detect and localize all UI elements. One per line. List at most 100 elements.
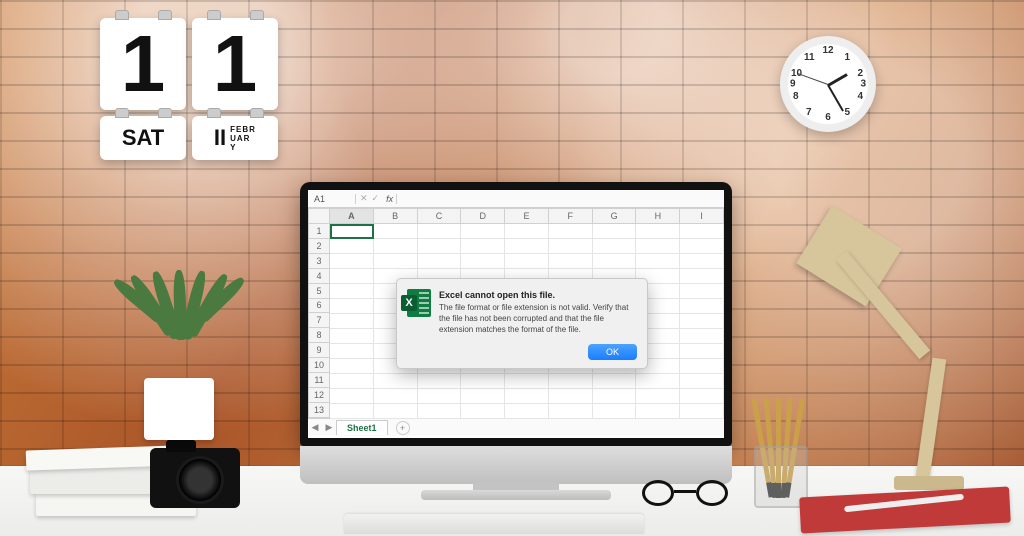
cell[interactable] [593, 389, 637, 404]
cell[interactable] [418, 374, 462, 389]
select-all-corner[interactable] [308, 208, 330, 224]
row-header[interactable]: 1 [308, 224, 330, 239]
cell[interactable] [680, 224, 724, 239]
cell[interactable] [593, 404, 637, 419]
cell[interactable] [505, 404, 549, 419]
sheet-nav-right-icon[interactable]: ▶ [322, 422, 336, 433]
cell[interactable] [593, 224, 637, 239]
cell[interactable] [461, 404, 505, 419]
column-header[interactable]: I [680, 208, 724, 224]
formula-confirm-icon[interactable]: ✓ [372, 193, 380, 204]
cell[interactable] [636, 404, 680, 419]
cell-a1[interactable] [330, 224, 374, 239]
ok-button[interactable]: OK [588, 344, 637, 360]
cell[interactable] [330, 314, 374, 329]
column-header[interactable]: C [418, 208, 462, 224]
column-header[interactable]: G [593, 208, 637, 224]
row-header[interactable]: 13 [308, 403, 330, 418]
cell[interactable] [680, 314, 724, 329]
cell[interactable] [505, 389, 549, 404]
cell[interactable] [330, 269, 374, 284]
cell[interactable] [330, 344, 374, 359]
cell[interactable] [374, 404, 418, 419]
cell[interactable] [418, 224, 462, 239]
cell[interactable] [418, 389, 462, 404]
row-header[interactable]: 7 [308, 313, 330, 328]
cell[interactable] [330, 299, 374, 314]
cell[interactable] [330, 404, 374, 419]
cell[interactable] [593, 254, 637, 269]
cell[interactable] [680, 284, 724, 299]
cell[interactable] [636, 239, 680, 254]
cell[interactable] [549, 239, 593, 254]
cell[interactable] [374, 389, 418, 404]
cell[interactable] [636, 254, 680, 269]
cell[interactable] [680, 299, 724, 314]
column-header[interactable]: B [374, 208, 418, 224]
row-header[interactable]: 10 [308, 358, 330, 373]
fx-label[interactable]: fx [383, 194, 397, 204]
row-header[interactable]: 5 [308, 284, 330, 299]
cell[interactable] [505, 239, 549, 254]
cell[interactable] [461, 254, 505, 269]
cell[interactable] [461, 389, 505, 404]
cell[interactable] [461, 374, 505, 389]
row-header[interactable]: 8 [308, 328, 330, 343]
row-header[interactable]: 2 [308, 239, 330, 254]
cell[interactable] [549, 404, 593, 419]
row-header[interactable]: 6 [308, 299, 330, 314]
cell[interactable] [636, 224, 680, 239]
cell[interactable] [418, 239, 462, 254]
cell[interactable] [374, 239, 418, 254]
cell[interactable] [505, 374, 549, 389]
row-header[interactable]: 11 [308, 373, 330, 388]
cell[interactable] [374, 254, 418, 269]
cell[interactable] [330, 389, 374, 404]
cell[interactable] [636, 374, 680, 389]
cell[interactable] [680, 374, 724, 389]
cell[interactable] [505, 224, 549, 239]
cell[interactable] [330, 254, 374, 269]
name-box[interactable]: A1 [308, 194, 356, 204]
cell[interactable] [330, 359, 374, 374]
column-header[interactable]: E [505, 208, 549, 224]
cell[interactable] [418, 404, 462, 419]
column-header[interactable]: A [330, 208, 374, 224]
cell[interactable] [374, 374, 418, 389]
cell[interactable] [549, 224, 593, 239]
row-header[interactable]: 12 [308, 388, 330, 403]
cell[interactable] [330, 239, 374, 254]
cell[interactable] [549, 254, 593, 269]
cell[interactable] [461, 239, 505, 254]
cell[interactable] [680, 344, 724, 359]
cell[interactable] [549, 374, 593, 389]
cell[interactable] [374, 224, 418, 239]
cell[interactable] [330, 284, 374, 299]
cell[interactable] [680, 389, 724, 404]
cell[interactable] [418, 254, 462, 269]
cell[interactable] [680, 329, 724, 344]
row-header[interactable]: 4 [308, 269, 330, 284]
cell[interactable] [505, 254, 549, 269]
formula-cancel-icon[interactable]: ✕ [360, 193, 368, 204]
cell[interactable] [593, 239, 637, 254]
sheet-tab[interactable]: Sheet1 [336, 420, 388, 435]
cell[interactable] [593, 374, 637, 389]
cell[interactable] [330, 329, 374, 344]
cell[interactable] [680, 269, 724, 284]
cell[interactable] [680, 359, 724, 374]
cell[interactable] [680, 404, 724, 419]
cell[interactable] [636, 389, 680, 404]
cell[interactable] [680, 254, 724, 269]
add-sheet-button[interactable]: + [396, 421, 410, 435]
cell[interactable] [330, 374, 374, 389]
row-header[interactable]: 3 [308, 254, 330, 269]
column-header[interactable]: D [461, 208, 505, 224]
sheet-nav-left-icon[interactable]: ◀ [308, 422, 322, 433]
column-header[interactable]: H [636, 208, 680, 224]
cell[interactable] [461, 224, 505, 239]
column-header[interactable]: F [549, 208, 593, 224]
row-header[interactable]: 9 [308, 343, 330, 358]
cell[interactable] [680, 239, 724, 254]
cell[interactable] [549, 389, 593, 404]
